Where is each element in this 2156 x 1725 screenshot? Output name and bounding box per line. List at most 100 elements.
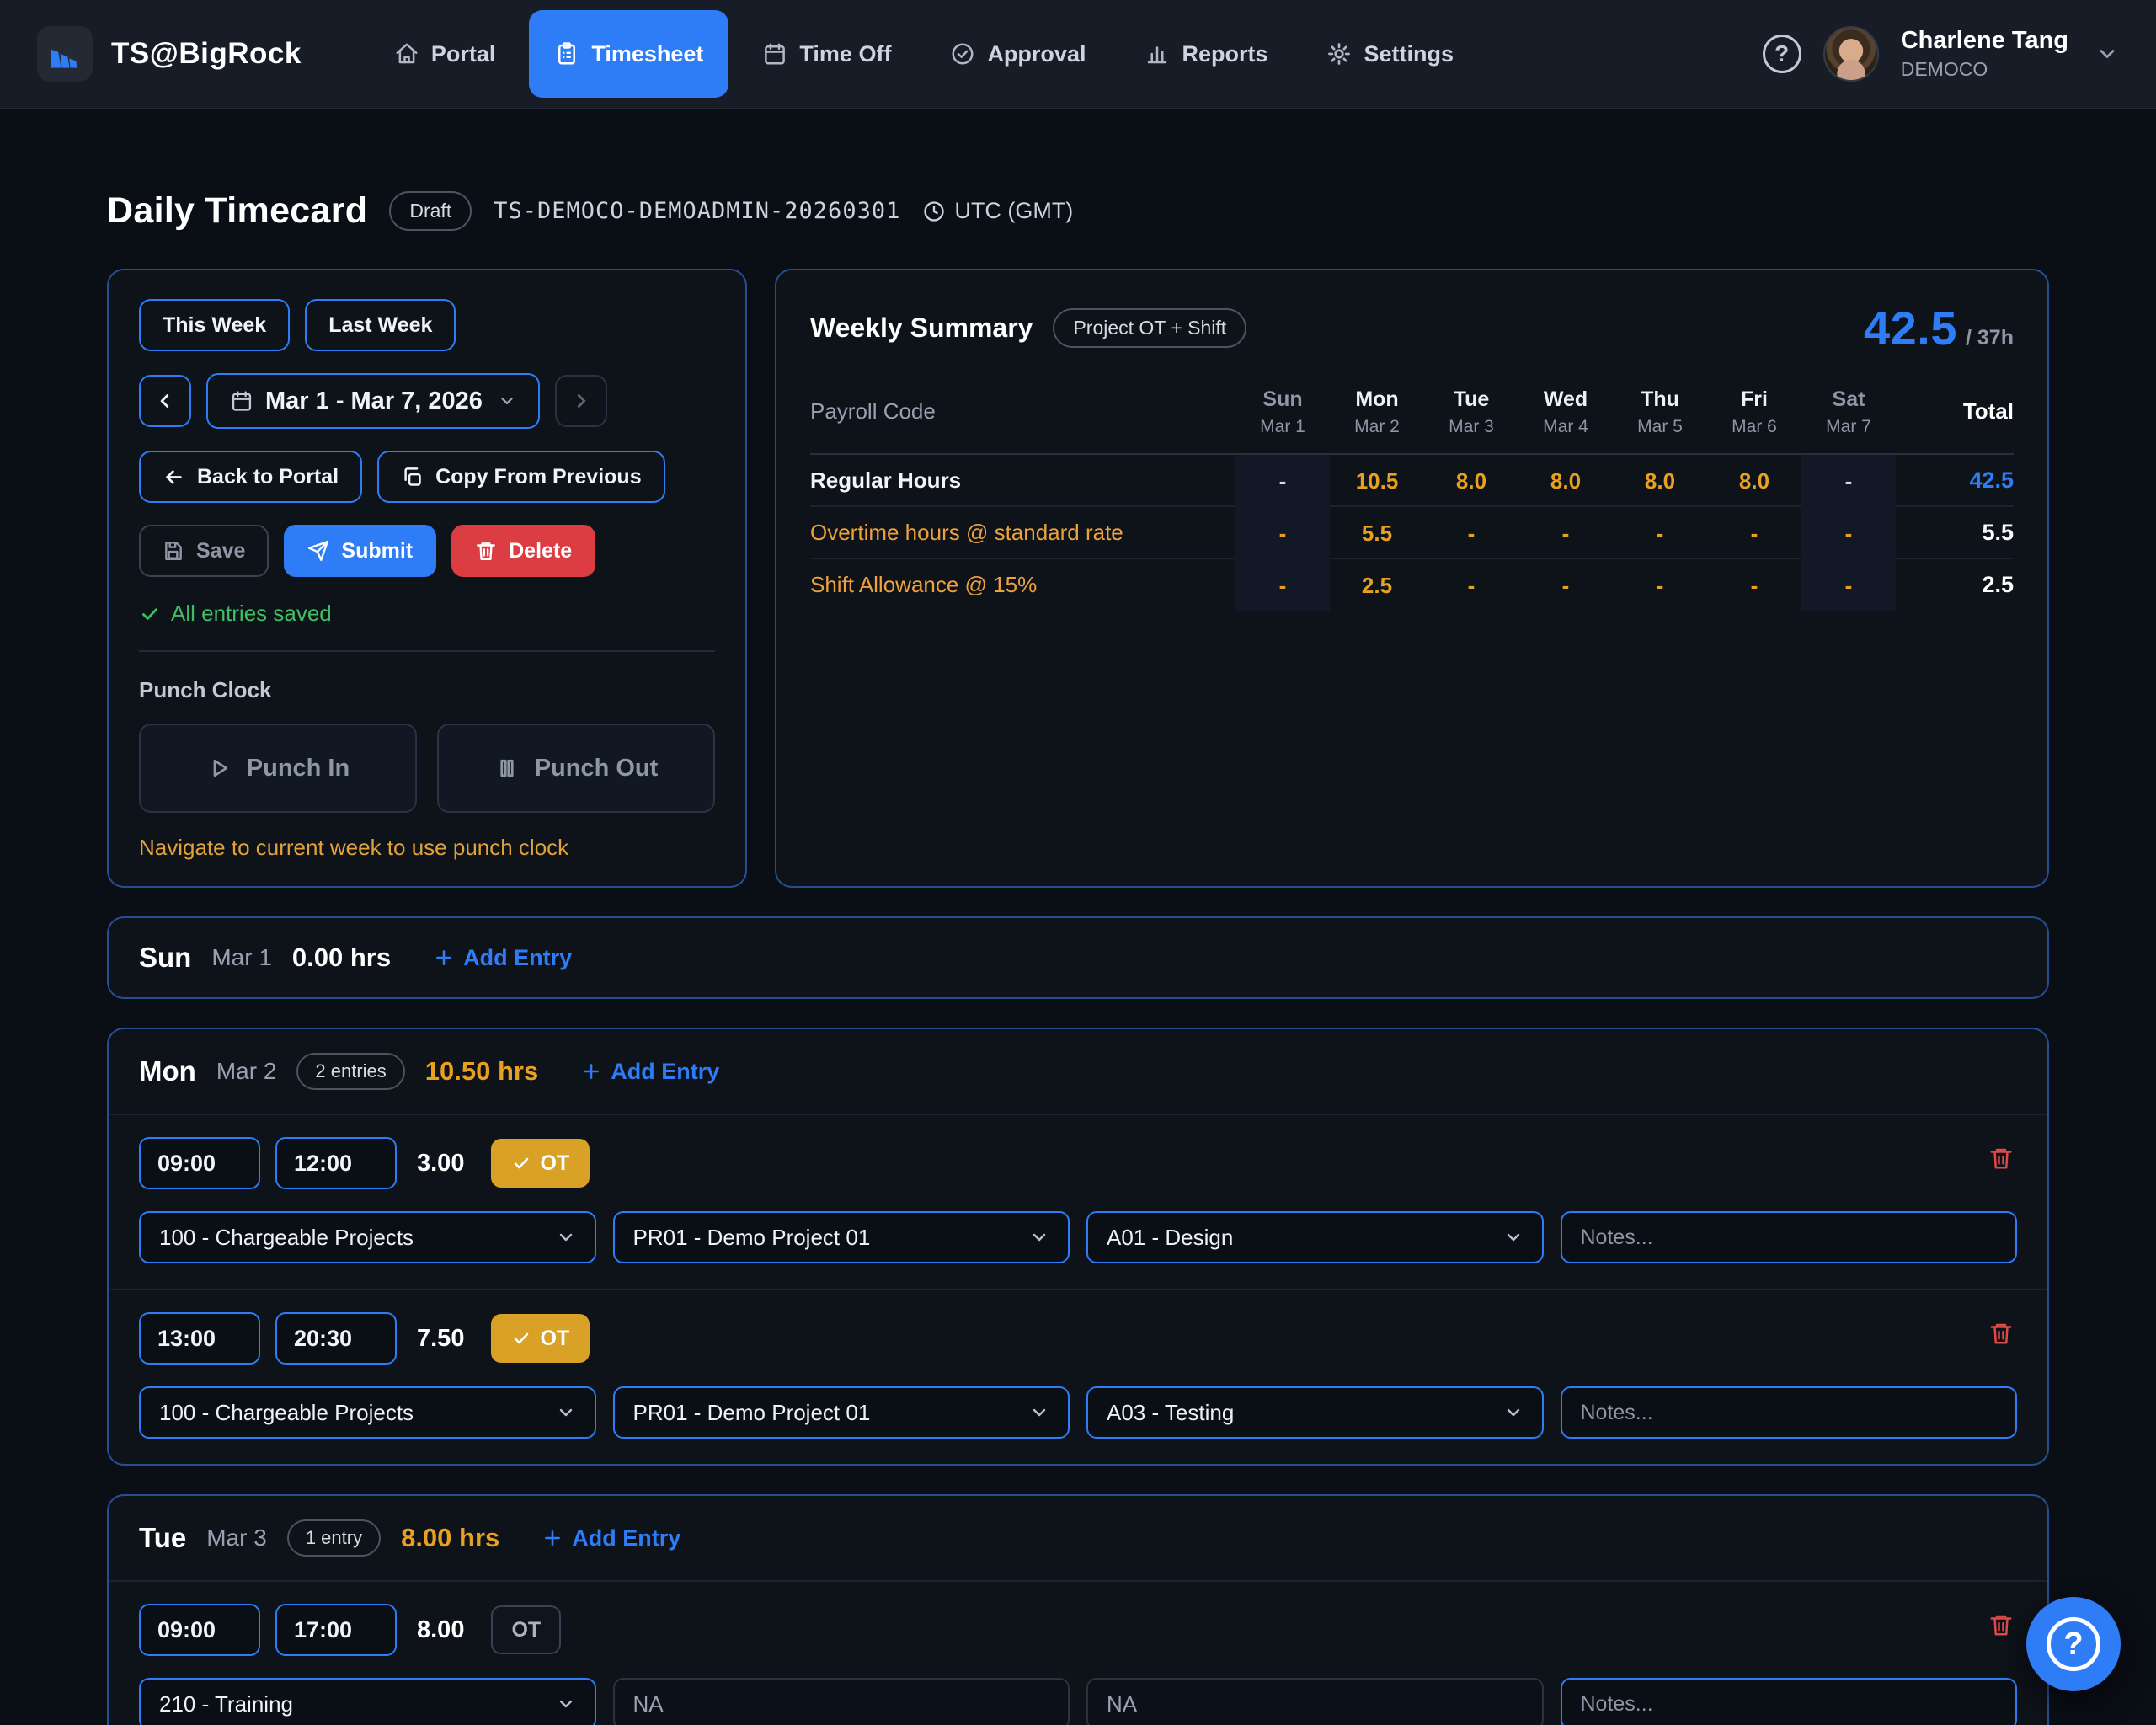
- avatar[interactable]: [1823, 26, 1879, 82]
- project-select[interactable]: PR01 - Demo Project 01: [613, 1386, 1070, 1439]
- nav-item-label: Portal: [431, 41, 496, 67]
- status-badge: Draft: [389, 191, 472, 231]
- plus-icon: [433, 947, 455, 969]
- back-to-portal-label: Back to Portal: [197, 465, 339, 489]
- nav-right: ? Charlene Tang DEMOCO: [1763, 26, 2119, 82]
- project-select[interactable]: PR01 - Demo Project 01: [613, 1211, 1070, 1263]
- add-entry-button[interactable]: Add Entry: [580, 1059, 719, 1085]
- floating-help-button[interactable]: ?: [2026, 1597, 2121, 1691]
- start-time-input[interactable]: [139, 1604, 260, 1656]
- delete-entry-button[interactable]: [1988, 1146, 2014, 1171]
- project-field-disabled: NA: [613, 1678, 1070, 1725]
- nav-item-timesheet[interactable]: Timesheet: [529, 10, 728, 98]
- document-id: TS-DEMOCO-DEMOADMIN-20260301: [494, 198, 900, 224]
- punch-row: Punch In Punch Out: [139, 724, 715, 813]
- time-row: 8.00 OT: [139, 1604, 2017, 1656]
- nav-item-reports[interactable]: Reports: [1119, 10, 1293, 98]
- next-week-button[interactable]: [555, 375, 607, 427]
- ot-label: OT: [540, 1151, 569, 1176]
- punch-out-button[interactable]: Punch Out: [437, 724, 715, 813]
- check-circle-icon: [950, 41, 975, 67]
- day-hours: 0.00 hrs: [292, 943, 391, 973]
- end-time-input[interactable]: [275, 1312, 397, 1365]
- ot-toggle[interactable]: OT: [491, 1139, 590, 1188]
- clipboard-icon: [554, 41, 579, 67]
- ot-toggle[interactable]: OT: [491, 1314, 590, 1363]
- add-entry-button[interactable]: Add Entry: [542, 1525, 680, 1551]
- duration-value: 3.00: [417, 1150, 464, 1178]
- trash-icon: [1988, 1321, 2014, 1346]
- duration-value: 8.00: [417, 1616, 464, 1644]
- end-time-input[interactable]: [275, 1604, 397, 1656]
- nav-item-label: Time Off: [799, 41, 891, 67]
- submit-button[interactable]: Submit: [284, 525, 436, 577]
- cost-code-select[interactable]: 100 - Chargeable Projects: [139, 1211, 596, 1263]
- end-time-input[interactable]: [275, 1137, 397, 1189]
- nav-item-label: Approval: [987, 41, 1086, 67]
- entry-detail-row: 100 - Chargeable Projects PR01 - Demo Pr…: [139, 1211, 2017, 1263]
- date-range-button[interactable]: Mar 1 - Mar 7, 2026: [206, 373, 540, 429]
- main-content: Daily Timecard Draft TS-DEMOCO-DEMOADMIN…: [0, 109, 2156, 1725]
- col-fri: FriMar 6: [1707, 386, 1801, 438]
- activity-select[interactable]: A03 - Testing: [1086, 1386, 1544, 1439]
- delete-entry-button[interactable]: [1988, 1612, 2014, 1637]
- delete-entry-button[interactable]: [1988, 1321, 2014, 1346]
- notes-input[interactable]: [1561, 1211, 2018, 1263]
- summary-total: 42.5 / 37h: [1864, 301, 2014, 355]
- chevron-down-icon: [1029, 1402, 1049, 1423]
- brand[interactable]: TS@BigRock: [37, 26, 302, 82]
- add-entry-button[interactable]: Add Entry: [433, 945, 572, 971]
- calendar-icon: [762, 41, 787, 67]
- day-name: Mon: [139, 1055, 196, 1087]
- col-sun: SunMar 1: [1235, 386, 1330, 438]
- bar-chart-icon: [1145, 41, 1170, 67]
- user-name: Charlene Tang: [1901, 27, 2068, 55]
- submit-label: Submit: [341, 539, 413, 563]
- day-card-sun: Sun Mar 1 0.00 hrs Add Entry: [107, 916, 2049, 999]
- notes-input[interactable]: [1561, 1678, 2018, 1725]
- play-icon: [206, 756, 232, 781]
- week-total-hours: 42.5: [1864, 301, 1957, 355]
- gear-icon: [1326, 41, 1352, 67]
- copy-from-previous-label: Copy From Previous: [435, 465, 642, 489]
- cost-code-select[interactable]: 210 - Training: [139, 1678, 596, 1725]
- start-time-input[interactable]: [139, 1137, 260, 1189]
- trash-icon: [1988, 1612, 2014, 1637]
- nav-item-label: Settings: [1364, 41, 1454, 67]
- nav-item-settings[interactable]: Settings: [1301, 10, 1479, 98]
- nav-item-time-off[interactable]: Time Off: [737, 10, 916, 98]
- chevron-down-icon: [556, 1694, 576, 1714]
- home-icon: [394, 41, 419, 67]
- this-week-button[interactable]: This Week: [139, 299, 290, 351]
- copy-from-previous-button[interactable]: Copy From Previous: [377, 451, 665, 503]
- ot-label: OT: [511, 1618, 541, 1642]
- activity-select[interactable]: A01 - Design: [1086, 1211, 1544, 1263]
- actions-row: Save Submit Delete: [139, 525, 715, 577]
- delete-button[interactable]: Delete: [451, 525, 595, 577]
- help-icon[interactable]: ?: [1763, 35, 1801, 73]
- user-meta: Charlene Tang DEMOCO: [1901, 27, 2068, 81]
- activity-value: A03 - Testing: [1107, 1400, 1234, 1426]
- payroll-code-header: Payroll Code: [810, 398, 1235, 425]
- start-time-input[interactable]: [139, 1312, 260, 1365]
- last-week-button[interactable]: Last Week: [305, 299, 456, 351]
- punch-in-button[interactable]: Punch In: [139, 724, 417, 813]
- cost-code-select[interactable]: 100 - Chargeable Projects: [139, 1386, 596, 1439]
- save-button[interactable]: Save: [139, 525, 269, 577]
- ot-toggle[interactable]: OT: [491, 1605, 561, 1654]
- chevron-down-icon[interactable]: [2095, 42, 2119, 66]
- entries-count-badge: 2 entries: [296, 1053, 404, 1090]
- back-to-portal-button[interactable]: Back to Portal: [139, 451, 362, 503]
- controls-card: This Week Last Week Mar 1 - Mar 7, 2026: [107, 269, 747, 888]
- chevron-down-icon: [1503, 1402, 1524, 1423]
- previous-week-button[interactable]: [139, 375, 191, 427]
- col-sat: SatMar 7: [1801, 386, 1896, 438]
- copy-icon: [401, 466, 424, 489]
- time-entry: 3.00 OT 100 - Chargeable Projects PR: [109, 1115, 2047, 1289]
- delete-label: Delete: [509, 539, 572, 563]
- arrow-left-icon: [163, 466, 185, 489]
- nav-item-portal[interactable]: Portal: [369, 10, 521, 98]
- day-header: Tue Mar 3 1 entry 8.00 hrs Add Entry: [109, 1496, 2047, 1580]
- notes-input[interactable]: [1561, 1386, 2018, 1439]
- nav-item-approval[interactable]: Approval: [925, 10, 1111, 98]
